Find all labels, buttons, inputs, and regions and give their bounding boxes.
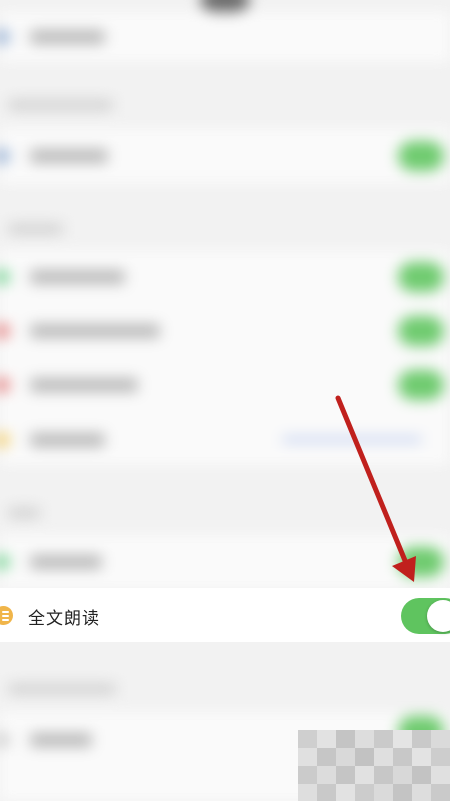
row-icon: [0, 377, 10, 393]
row-label: [30, 30, 105, 44]
row-icon: [0, 732, 10, 748]
settings-row: [0, 128, 450, 184]
row-label: [30, 378, 138, 392]
row-icon: [0, 323, 10, 339]
section-header: [8, 224, 63, 234]
mosaic-watermark: [298, 730, 450, 801]
row-icon: [0, 148, 10, 164]
row-icon: [0, 554, 10, 570]
row-label: [30, 433, 105, 447]
section-header: [8, 508, 40, 518]
blurred-settings-background: [0, 0, 450, 801]
row-icon: [0, 29, 10, 45]
row-label: [30, 555, 102, 569]
toggle-switch: [398, 547, 444, 577]
row-label: [30, 733, 92, 747]
row-label: [30, 324, 160, 338]
toggle-switch: [398, 370, 444, 400]
row-label: [30, 149, 108, 163]
section-header: [8, 684, 116, 694]
settings-row: [0, 12, 450, 62]
read-aloud-toggle[interactable]: [401, 598, 450, 634]
settings-row: [0, 535, 450, 589]
section-header: [8, 100, 113, 110]
toggle-switch: [398, 141, 444, 171]
settings-group: [0, 250, 450, 465]
toggle-knob: [427, 600, 450, 632]
row-icon: [0, 269, 10, 285]
row-icon: [0, 432, 10, 448]
toggle-switch: [398, 262, 444, 292]
read-aloud-label: 全文朗读: [28, 609, 100, 629]
slider: [282, 437, 422, 442]
row-label: [30, 270, 125, 284]
toggle-switch: [398, 316, 444, 346]
